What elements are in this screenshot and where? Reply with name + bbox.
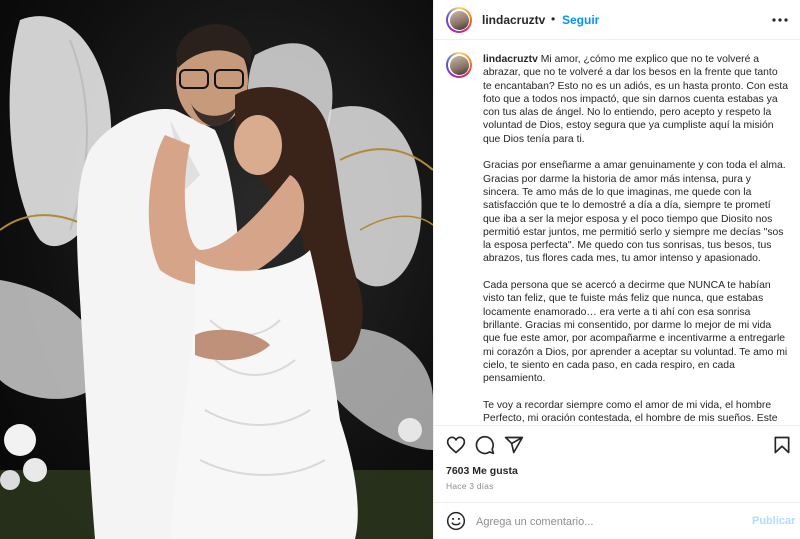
comment-bubble-icon[interactable] <box>475 435 495 455</box>
caption-paragraph: Gracias por enseñarme a amar genuinament… <box>483 160 786 265</box>
author-username[interactable]: lindacruztv <box>482 13 545 27</box>
likes-count[interactable]: 7603 Me gusta <box>446 465 518 477</box>
caption-paragraph: Te voy a recordar siempre como el amor d… <box>483 399 778 424</box>
heart-icon[interactable] <box>446 435 466 455</box>
publish-button[interactable]: Publicar <box>752 515 795 527</box>
smiley-icon[interactable] <box>446 511 466 531</box>
avatar-image <box>449 55 469 75</box>
caption-scroll-area[interactable]: lindacruztv Mi amor, ¿cómo me explico qu… <box>434 44 800 424</box>
caption-author-avatar[interactable] <box>446 52 472 78</box>
caption-paragraph: Cada persona que se acercó a decirme que… <box>483 280 788 385</box>
post-actions-bar <box>434 425 800 465</box>
author-avatar[interactable] <box>446 7 472 33</box>
bookmark-icon[interactable] <box>772 435 792 455</box>
post-photo[interactable] <box>0 0 433 539</box>
caption-username[interactable]: lindacruztv <box>483 54 538 65</box>
post-timestamp[interactable]: Hace 3 días <box>446 481 494 491</box>
comment-composer: Publicar <box>434 502 800 539</box>
avatar-image <box>449 10 469 30</box>
post-sidebar: lindacruztv • Seguir lindacruztv Mi amor… <box>433 0 800 539</box>
more-horizontal-icon[interactable] <box>771 11 789 29</box>
post-header: lindacruztv • Seguir <box>434 0 800 40</box>
header-separator: • <box>551 12 556 26</box>
post-caption: lindacruztv Mi amor, ¿cómo me explico qu… <box>483 53 788 424</box>
wedding-couple-illustration <box>0 16 433 539</box>
comment-input[interactable] <box>474 509 743 535</box>
paper-plane-icon[interactable] <box>504 435 524 455</box>
caption-paragraph: lindacruztv Mi amor, ¿cómo me explico qu… <box>483 54 789 145</box>
follow-button[interactable]: Seguir <box>562 13 599 27</box>
